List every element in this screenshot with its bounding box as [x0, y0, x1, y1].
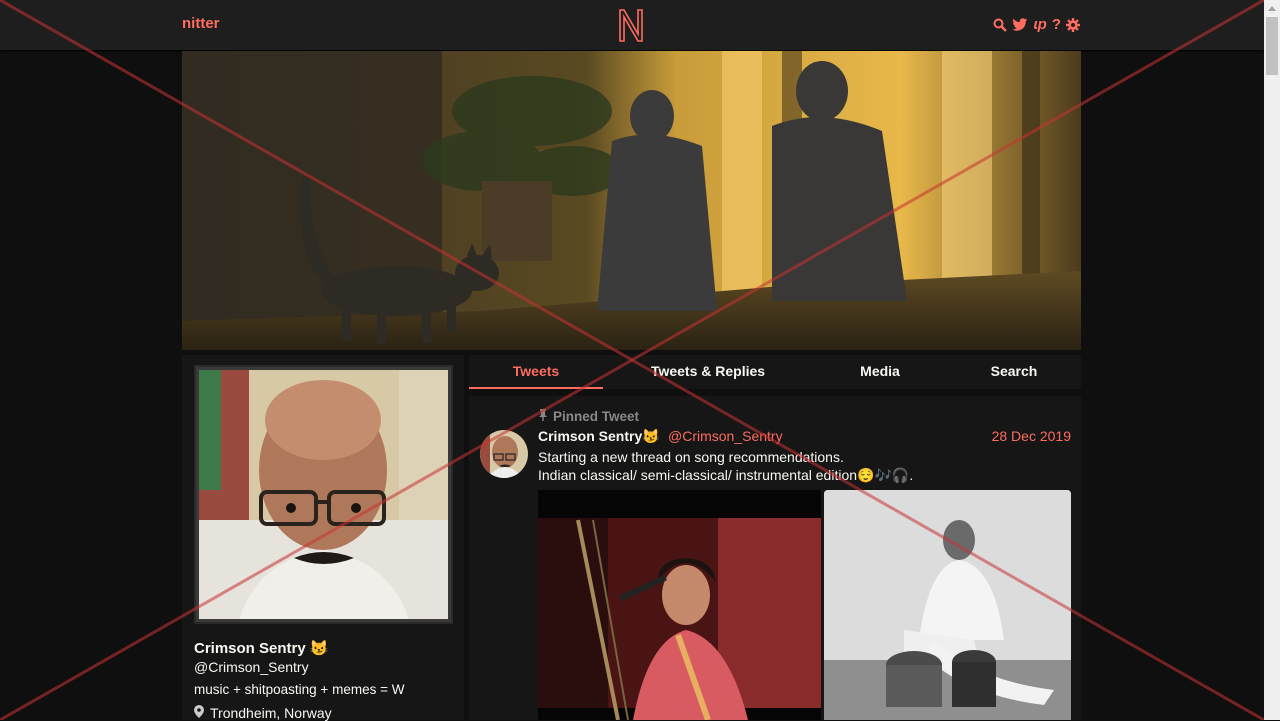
tab-search[interactable]: Search	[969, 355, 1059, 389]
tab-tweets[interactable]: Tweets	[469, 355, 603, 389]
nitter-logo-icon[interactable]	[617, 7, 645, 43]
profile-handle[interactable]: @Crimson_Sentry	[194, 659, 309, 675]
scroll-thumb[interactable]	[1266, 17, 1278, 75]
tweet-date[interactable]: 28 Dec 2019	[992, 428, 1071, 444]
pinned-tweet-label: Pinned Tweet	[538, 409, 639, 424]
profile-name[interactable]: Crimson Sentry 😼	[194, 639, 329, 657]
profile-avatar[interactable]	[194, 365, 453, 624]
tweet-author-handle[interactable]: @Crimson_Sentry	[668, 428, 783, 444]
profile-card: Crimson Sentry 😼 @Crimson_Sentry music +…	[182, 355, 464, 721]
pinned-tweet-text: Pinned Tweet	[553, 409, 640, 424]
nav-icons: ɩp ?	[993, 16, 1080, 34]
profile-bio: music + shitpoasting + memes = W	[194, 682, 405, 697]
help-icon[interactable]: ?	[1052, 16, 1061, 34]
tab-media[interactable]: Media	[829, 355, 931, 389]
page-scrollbar[interactable]	[1264, 0, 1280, 720]
tab-tweets-replies[interactable]: Tweets & Replies	[629, 355, 787, 389]
tweet-image-1[interactable]	[538, 490, 821, 720]
tweet-text-line-1: Starting a new thread on song recommenda…	[538, 449, 844, 465]
tweet-avatar[interactable]	[480, 430, 528, 478]
tweet-author-name-text: Crimson Sentry	[538, 428, 643, 444]
scroll-up-arrow[interactable]	[1264, 0, 1280, 17]
nitter-home-link[interactable]: nitter	[182, 15, 220, 32]
pin-icon	[538, 409, 548, 424]
profile-location-text: Trondheim, Norway	[210, 705, 332, 721]
gear-icon[interactable]	[1066, 18, 1080, 32]
profile-location: Trondheim, Norway	[194, 705, 332, 721]
tweet-text-line-2: Indian classical/ semi-classical/ instru…	[538, 467, 914, 483]
cat-emoji-icon: 😼	[642, 428, 660, 444]
search-icon[interactable]	[993, 18, 1008, 32]
profile-tabs: Tweets Tweets & Replies Media Search	[469, 355, 1081, 389]
cat-emoji-icon: 😼	[309, 640, 329, 657]
profile-banner[interactable]	[182, 51, 1081, 350]
tweet-author-name[interactable]: Crimson Sentry😼	[538, 428, 660, 445]
profile-name-text: Crimson Sentry	[194, 640, 306, 657]
navbar: nitter ɩp ?	[0, 0, 1264, 50]
rss-icon[interactable]: ɩp	[1033, 16, 1046, 34]
location-pin-icon	[194, 705, 204, 721]
twitter-icon[interactable]	[1012, 18, 1028, 32]
tweet-image-2[interactable]	[824, 490, 1071, 720]
timeline: Pinned Tweet Crimson Sentry😼 @Crimson_Se…	[469, 396, 1081, 720]
